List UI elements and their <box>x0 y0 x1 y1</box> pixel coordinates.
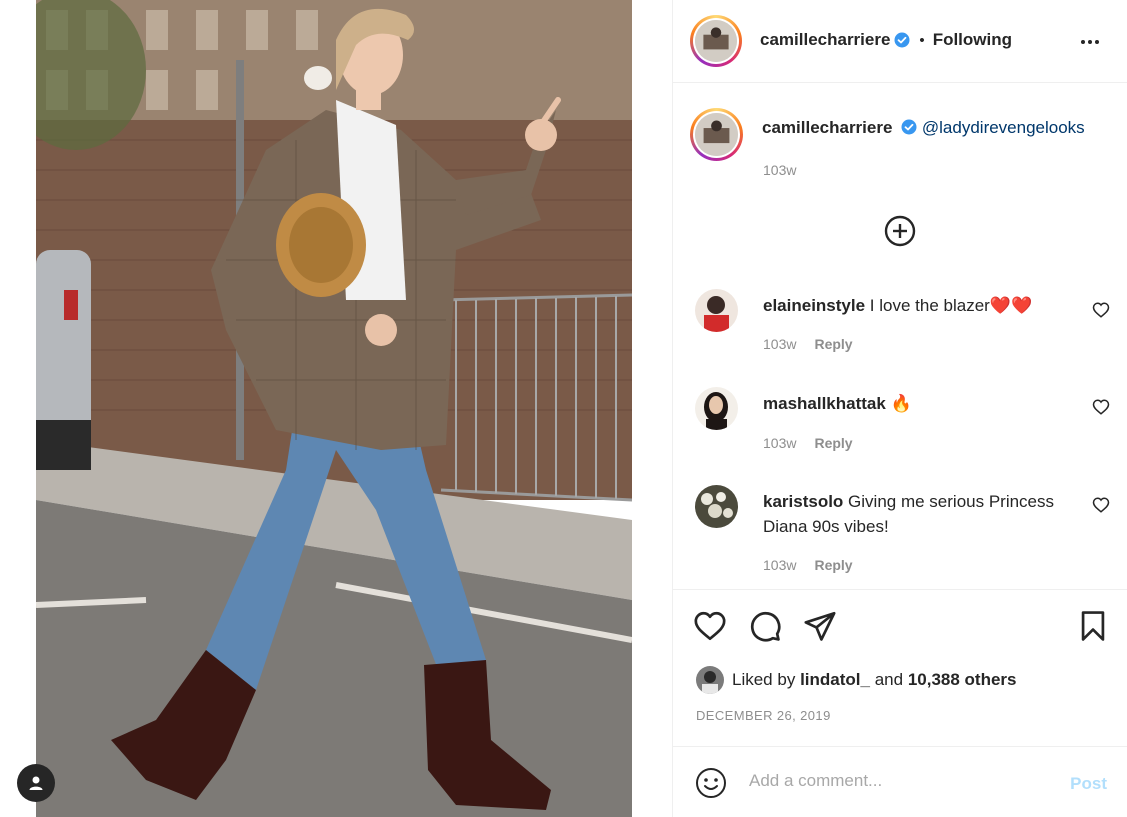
paper-plane-icon[interactable] <box>803 609 837 643</box>
author-avatar[interactable] <box>690 15 742 67</box>
comment-timestamp[interactable]: 103w <box>763 435 796 451</box>
verified-badge-icon <box>894 32 910 48</box>
author-username[interactable]: camillecharriere <box>760 30 890 50</box>
likes-summary[interactable]: Liked by lindatol_ and 10,388 others <box>696 666 1017 694</box>
caption-mention-link[interactable]: @ladydirevengelooks <box>922 118 1085 137</box>
post-date[interactable]: DECEMBER 26, 2019 <box>696 708 831 723</box>
like-heart-icon[interactable] <box>693 609 727 643</box>
action-bar <box>673 589 1127 642</box>
post-comment-button[interactable]: Post <box>1070 774 1107 794</box>
commenter-username[interactable]: karistsolo <box>763 492 843 511</box>
comment-timestamp[interactable]: 103w <box>763 557 796 573</box>
more-options-icon[interactable] <box>1078 30 1102 54</box>
plus-circle-icon[interactable] <box>883 214 917 248</box>
likes-prefix: Liked by <box>732 670 796 689</box>
comment-input[interactable] <box>749 771 1039 791</box>
caption-author-avatar[interactable] <box>690 108 743 161</box>
likes-conjunction: and <box>874 670 904 689</box>
reply-button[interactable]: Reply <box>814 557 852 573</box>
reply-button[interactable]: Reply <box>814 336 852 352</box>
liker-username[interactable]: lindatol_ <box>800 670 870 690</box>
person-icon <box>29 776 43 790</box>
heart-icon[interactable] <box>1092 496 1110 514</box>
commenter-avatar[interactable] <box>695 485 738 528</box>
bookmark-icon[interactable] <box>1076 609 1110 643</box>
reply-button[interactable]: Reply <box>814 435 852 451</box>
commenter-avatar[interactable] <box>695 387 738 430</box>
liker-avatar[interactable] <box>696 666 724 694</box>
heart-icon[interactable] <box>1092 398 1110 416</box>
comment-text: 🔥 <box>890 394 912 413</box>
comment-bubble-icon[interactable] <box>748 609 782 643</box>
heart-icon[interactable] <box>1092 301 1110 319</box>
separator-dot: • <box>919 31 925 49</box>
caption-timestamp[interactable]: 103w <box>763 162 796 178</box>
comment-timestamp[interactable]: 103w <box>763 336 796 352</box>
post-details-panel: camillecharriere • Following camillechar… <box>672 0 1127 817</box>
commenter-username[interactable]: mashallkhattak <box>763 394 886 413</box>
likes-others-link[interactable]: 10,388 others <box>908 670 1017 690</box>
tagged-users-button[interactable] <box>17 764 55 802</box>
post-media-panel <box>0 0 672 817</box>
post-photo[interactable] <box>36 0 632 817</box>
verified-badge-icon <box>901 119 917 135</box>
comment-composer: Post <box>673 746 1127 817</box>
comment-text: I love the blazer❤️❤️ <box>869 296 1033 315</box>
commenter-username[interactable]: elaineinstyle <box>763 296 865 315</box>
caption-username[interactable]: camillecharriere <box>762 118 892 137</box>
street-style-photo <box>36 0 632 817</box>
smiley-icon[interactable] <box>695 767 727 799</box>
following-button[interactable]: Following <box>933 30 1012 50</box>
commenter-avatar[interactable] <box>695 289 738 332</box>
post-header: camillecharriere • Following <box>673 0 1127 83</box>
